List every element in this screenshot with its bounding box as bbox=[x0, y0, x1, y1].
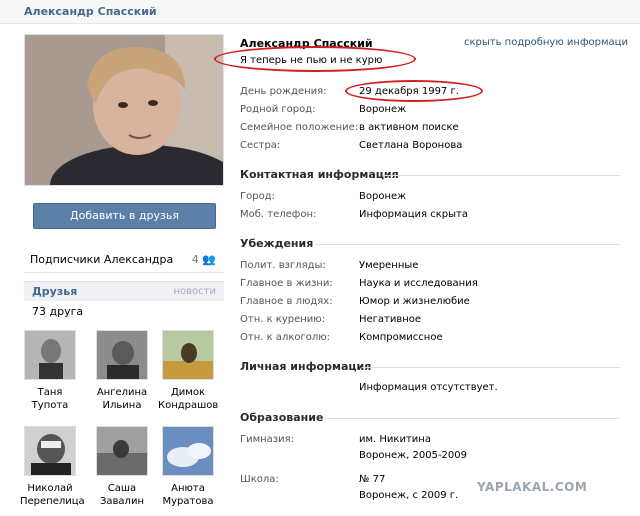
followers-label: Подписчики Александра bbox=[30, 253, 174, 266]
page-title: Александр Спасский bbox=[24, 5, 157, 18]
info-label: Моб. телефон: bbox=[240, 209, 317, 220]
info-label: Школа: bbox=[240, 474, 279, 485]
friend-photo[interactable] bbox=[162, 426, 214, 476]
friend-photo[interactable] bbox=[96, 330, 148, 380]
friends-header: Друзья новости bbox=[24, 281, 224, 301]
friend-photo[interactable] bbox=[162, 330, 214, 380]
info-value[interactable]: Юмор и жизнелюбие bbox=[359, 296, 470, 307]
empty-info-text: Информация отсутствует. bbox=[359, 382, 498, 393]
add-friend-button[interactable]: Добавить в друзья bbox=[33, 203, 216, 229]
info-label: Отн. к алкоголю: bbox=[240, 332, 331, 343]
info-value[interactable]: Воронеж bbox=[359, 104, 406, 115]
friend-card[interactable]: Ангелина Ильина bbox=[92, 330, 152, 412]
info-label: Гимназия: bbox=[240, 434, 295, 445]
friend-name[interactable]: Таня Тупота bbox=[20, 386, 80, 412]
info-value[interactable]: Светлана Воронова bbox=[359, 140, 462, 151]
info-label: Сестра: bbox=[240, 140, 281, 151]
friend-name[interactable]: Ангелина Ильина bbox=[92, 386, 152, 412]
friend-card[interactable]: Димок Кондрашов bbox=[158, 330, 218, 412]
info-value[interactable]: Наука и исследования bbox=[359, 278, 478, 289]
friend-card[interactable]: Анюта Муратова bbox=[158, 426, 218, 508]
friend-name[interactable]: Николай Перепелица bbox=[20, 482, 85, 508]
hide-details-link[interactable]: скрыть подробную информаци bbox=[464, 37, 628, 48]
section-title-education: Образование bbox=[240, 411, 324, 424]
section-title-beliefs: Убеждения bbox=[240, 237, 314, 250]
people-icon: 👥 bbox=[202, 253, 216, 266]
divider bbox=[24, 272, 224, 273]
friends-count[interactable]: 73 друга bbox=[32, 305, 83, 318]
followers-link[interactable]: Подписчики Александра 4 👥 bbox=[30, 253, 216, 266]
friend-name[interactable]: Анюта Муратова bbox=[158, 482, 218, 508]
info-value[interactable]: Воронеж, 2005-2009 bbox=[359, 450, 467, 461]
profile-avatar[interactable] bbox=[24, 34, 224, 186]
annotation-circle bbox=[214, 46, 416, 72]
page-header: Александр Спасский bbox=[0, 0, 640, 24]
friend-photo[interactable] bbox=[96, 426, 148, 476]
info-value[interactable]: Негативное bbox=[359, 314, 421, 325]
section-divider bbox=[315, 244, 620, 245]
info-label: Город: bbox=[240, 191, 275, 202]
profile-left-column bbox=[24, 34, 224, 186]
info-label: Главное в людях: bbox=[240, 296, 333, 307]
section-divider bbox=[362, 367, 620, 368]
friend-card[interactable]: Таня Тупота bbox=[20, 330, 80, 412]
followers-count: 4 👥 bbox=[191, 253, 216, 266]
friend-card[interactable]: Саша Завалин bbox=[92, 426, 152, 508]
info-label: Главное в жизни: bbox=[240, 278, 333, 289]
info-value[interactable]: Воронеж bbox=[359, 191, 406, 202]
info-value[interactable]: им. Никитина bbox=[359, 434, 431, 445]
info-label: Семейное положение: bbox=[240, 122, 359, 133]
info-label: Родной город: bbox=[240, 104, 316, 115]
info-value[interactable]: в активном поиске bbox=[359, 122, 459, 133]
info-label: Отн. к курению: bbox=[240, 314, 326, 325]
info-value[interactable]: Воронеж, с 2009 г. bbox=[359, 490, 458, 501]
section-divider bbox=[383, 175, 620, 176]
friend-name[interactable]: Саша Завалин bbox=[92, 482, 152, 508]
info-value[interactable]: № 77 bbox=[359, 474, 385, 485]
annotation-circle bbox=[345, 80, 483, 102]
watermark: YAPLAKAL.COM bbox=[477, 480, 588, 494]
friends-title[interactable]: Друзья bbox=[32, 285, 77, 298]
info-value: Информация скрыта bbox=[359, 209, 468, 220]
section-title-contacts: Контактная информация bbox=[240, 168, 399, 181]
info-value[interactable]: Умеренные bbox=[359, 260, 418, 271]
section-title-personal: Личная информация bbox=[240, 360, 372, 373]
info-label: Полит. взгляды: bbox=[240, 260, 326, 271]
friend-photo[interactable] bbox=[24, 330, 76, 380]
info-value[interactable]: Компромиссное bbox=[359, 332, 443, 343]
info-label: День рождения: bbox=[240, 86, 327, 97]
friends-news-link[interactable]: новости bbox=[174, 286, 217, 297]
friend-name[interactable]: Димок Кондрашов bbox=[158, 386, 218, 412]
friend-card[interactable]: Николай Перепелица bbox=[20, 426, 85, 508]
friend-photo[interactable] bbox=[24, 426, 76, 476]
section-divider bbox=[324, 418, 620, 419]
